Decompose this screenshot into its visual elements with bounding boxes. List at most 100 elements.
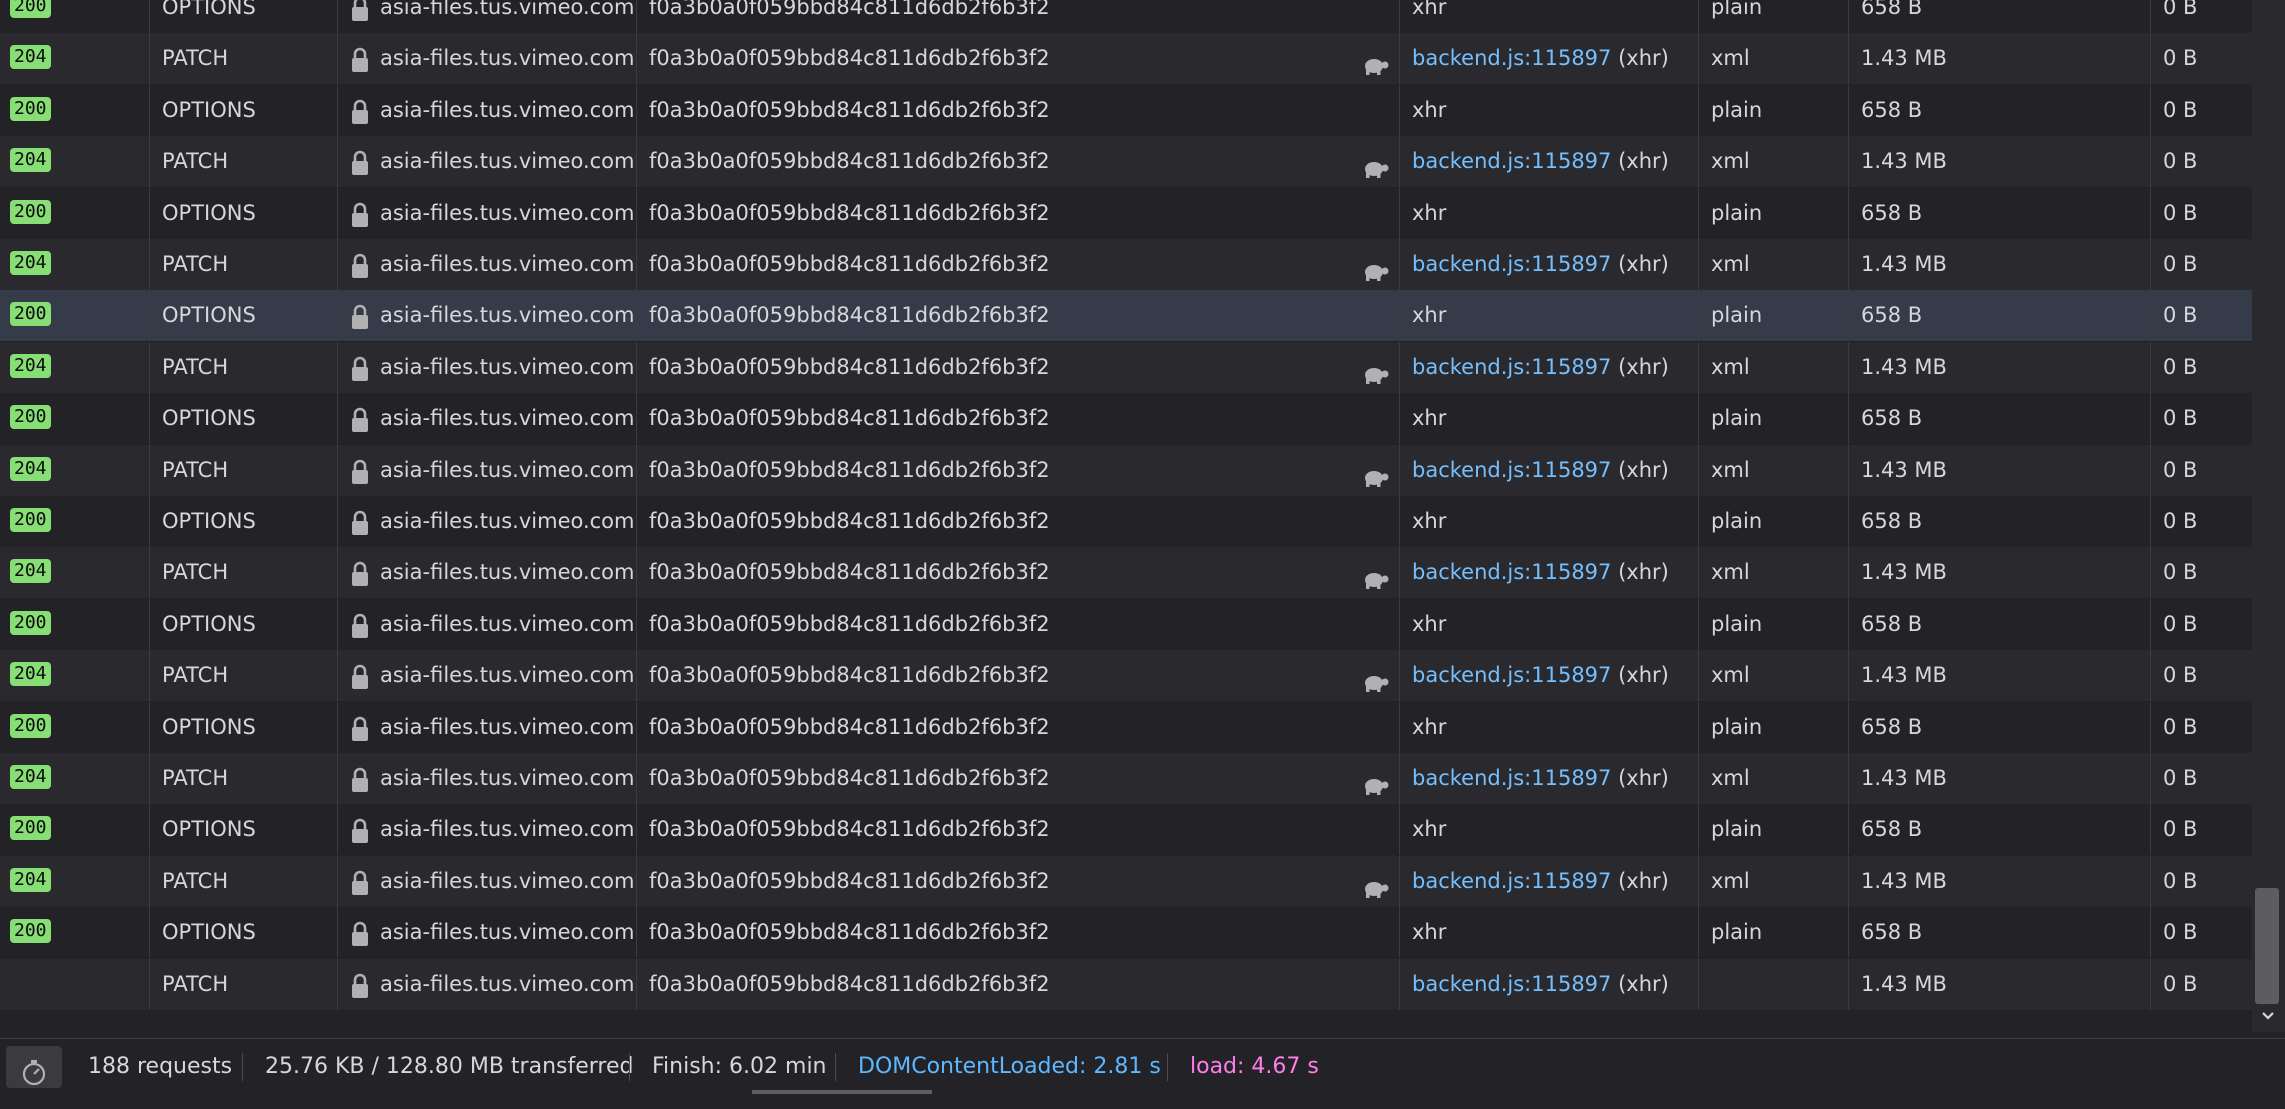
initiator-cell: backend.js:115897 (xhr) (1400, 959, 1699, 1010)
lock-icon (350, 968, 370, 998)
domain-text: asia-files.tus.vimeo.com (380, 355, 635, 379)
file-cell: f0a3b0a0f059bbd84c811d6db2f6b3f2 (637, 959, 1400, 1010)
turtle-icon (1361, 663, 1389, 692)
domain-text: asia-files.tus.vimeo.com (380, 149, 635, 173)
domain-cell: asia-files.tus.vimeo.com (338, 0, 637, 33)
request-row[interactable]: 204 PATCH asia-files.tus.vimeo.com f0a3b0a0… (0, 33, 2252, 84)
request-row[interactable]: 200 OPTIONS asia-files.tus.vimeo.com f0a3b0… (0, 496, 2252, 547)
domain-cell: asia-files.tus.vimeo.com (338, 188, 637, 239)
initiator-link[interactable]: backend.js:115897 (1412, 869, 1611, 893)
file-cell: f0a3b0a0f059bbd84c811d6db2f6b3f2 (637, 702, 1400, 753)
request-row[interactable]: 204 PATCH asia-files.tus.vimeo.com f0a3b0a0… (0, 547, 2252, 598)
status-code-badge: 200 (10, 97, 51, 121)
transferred-cell: 1.43 MB (1849, 547, 2151, 598)
initiator-link[interactable]: backend.js:115897 (1412, 252, 1611, 276)
initiator-link[interactable]: backend.js:115897 (1412, 766, 1611, 790)
request-row[interactable]: 204 PATCH asia-files.tus.vimeo.com f0a3b0a0… (0, 753, 2252, 804)
file-text: f0a3b0a0f059bbd84c811d6db2f6b3f2 (649, 303, 1050, 327)
domain-cell: asia-files.tus.vimeo.com (338, 907, 637, 958)
request-row[interactable]: 204 PATCH asia-files.tus.vimeo.com f0a3b0a0… (0, 136, 2252, 187)
request-row[interactable]: 204 PATCH asia-files.tus.vimeo.com f0a3b0a0… (0, 342, 2252, 393)
status-code-badge: 204 (10, 868, 51, 892)
request-row[interactable]: 200 OPTIONS asia-files.tus.vimeo.com f0a3b0… (0, 804, 2252, 855)
request-row[interactable]: 204 PATCH asia-files.tus.vimeo.com f0a3b0a0… (0, 445, 2252, 496)
type-cell: plain (1699, 0, 1849, 33)
vertical-scrollbar[interactable] (2252, 0, 2285, 1032)
domain-text: asia-files.tus.vimeo.com (380, 766, 635, 790)
transferred-cell: 1.43 MB (1849, 753, 2151, 804)
lock-icon (350, 865, 370, 895)
request-row[interactable]: 200 OPTIONS asia-files.tus.vimeo.com f0a3b0… (0, 0, 2252, 33)
domain-text: asia-files.tus.vimeo.com (380, 201, 635, 225)
file-text: f0a3b0a0f059bbd84c811d6db2f6b3f2 (649, 252, 1050, 276)
initiator-text: xhr (1412, 201, 1447, 225)
turtle-icon (1361, 355, 1389, 384)
initiator-link[interactable]: backend.js:115897 (1412, 972, 1611, 996)
type-cell: plain (1699, 804, 1849, 855)
initiator-link[interactable]: backend.js:115897 (1412, 355, 1611, 379)
transferred-cell: 1.43 MB (1849, 650, 2151, 701)
initiator-text: (xhr) (1611, 766, 1669, 790)
stopwatch-icon (20, 1053, 48, 1086)
request-row[interactable]: 200 OPTIONS asia-files.tus.vimeo.com f0a3b0… (0, 188, 2252, 239)
request-row[interactable]: 200 OPTIONS asia-files.tus.vimeo.com f0a3b0… (0, 393, 2252, 444)
status-code-badge: 204 (10, 662, 51, 686)
initiator-link[interactable]: backend.js:115897 (1412, 149, 1611, 173)
initiator-text: (xhr) (1611, 972, 1669, 996)
type-cell: xml (1699, 136, 1849, 187)
status-code-badge: 200 (10, 405, 51, 429)
request-row[interactable]: 200 OPTIONS asia-files.tus.vimeo.com f0a3b0… (0, 907, 2252, 958)
domain-cell: asia-files.tus.vimeo.com (338, 599, 637, 650)
lock-icon (350, 762, 370, 792)
turtle-icon (1361, 869, 1389, 898)
method-cell: PATCH (150, 650, 338, 701)
request-row[interactable]: 204 PATCH asia-files.tus.vimeo.com f0a3b0a0… (0, 239, 2252, 290)
initiator-link[interactable]: backend.js:115897 (1412, 458, 1611, 482)
request-row[interactable]: PATCH asia-files.tus.vimeo.com f0a3b0a0f05… (0, 959, 2252, 1010)
transferred-cell: 658 B (1849, 702, 2151, 753)
request-row[interactable]: 200 OPTIONS asia-files.tus.vimeo.com f0a3b0… (0, 599, 2252, 650)
initiator-text: xhr (1412, 98, 1447, 122)
lock-icon (350, 916, 370, 946)
lock-icon (350, 454, 370, 484)
initiator-cell: xhr (1400, 393, 1699, 444)
method-cell: OPTIONS (150, 804, 338, 855)
initiator-link[interactable]: backend.js:115897 (1412, 663, 1611, 687)
file-cell: f0a3b0a0f059bbd84c811d6db2f6b3f2 (637, 856, 1400, 907)
method-cell: OPTIONS (150, 702, 338, 753)
turtle-icon (1361, 46, 1389, 75)
horizontal-scrollbar-thumb[interactable] (752, 1090, 932, 1094)
request-row[interactable]: 204 PATCH asia-files.tus.vimeo.com f0a3b0a0… (0, 856, 2252, 907)
domain-text: asia-files.tus.vimeo.com (380, 612, 635, 636)
domain-text: asia-files.tus.vimeo.com (380, 303, 635, 327)
scrollbar-thumb[interactable] (2255, 888, 2279, 1004)
file-text: f0a3b0a0f059bbd84c811d6db2f6b3f2 (649, 972, 1050, 996)
method-cell: OPTIONS (150, 85, 338, 136)
initiator-cell: backend.js:115897 (xhr) (1400, 445, 1699, 496)
status-code-badge: 200 (10, 508, 51, 532)
domain-text: asia-files.tus.vimeo.com (380, 406, 635, 430)
file-text: f0a3b0a0f059bbd84c811d6db2f6b3f2 (649, 98, 1050, 122)
initiator-cell: backend.js:115897 (xhr) (1400, 239, 1699, 290)
request-row[interactable]: 200 OPTIONS asia-files.tus.vimeo.com f0a3b0… (0, 702, 2252, 753)
initiator-text: xhr (1412, 509, 1447, 533)
chevron-down-icon[interactable] (2258, 1006, 2278, 1026)
initiator-cell: xhr (1400, 496, 1699, 547)
method-cell: OPTIONS (150, 599, 338, 650)
status-cell: 204 (0, 650, 150, 701)
size-cell: 0 B (2163, 560, 2198, 584)
domain-cell: asia-files.tus.vimeo.com (338, 136, 637, 187)
request-row[interactable]: 204 PATCH asia-files.tus.vimeo.com f0a3b0a0… (0, 650, 2252, 701)
initiator-cell: xhr (1400, 85, 1699, 136)
transferred-cell: 658 B (1849, 907, 2151, 958)
initiator-link[interactable]: backend.js:115897 (1412, 560, 1611, 584)
initiator-cell: backend.js:115897 (xhr) (1400, 33, 1699, 84)
request-row[interactable]: 200 OPTIONS asia-files.tus.vimeo.com f0a3b0… (0, 85, 2252, 136)
performance-analysis-button[interactable] (6, 1046, 62, 1088)
lock-icon (350, 145, 370, 175)
file-text: f0a3b0a0f059bbd84c811d6db2f6b3f2 (649, 46, 1050, 70)
request-row[interactable]: 200 OPTIONS asia-files.tus.vimeo.com f0a3b0… (0, 290, 2252, 341)
initiator-link[interactable]: backend.js:115897 (1412, 46, 1611, 70)
transferred-cell: 1.43 MB (1849, 33, 2151, 84)
turtle-icon (1361, 458, 1389, 487)
